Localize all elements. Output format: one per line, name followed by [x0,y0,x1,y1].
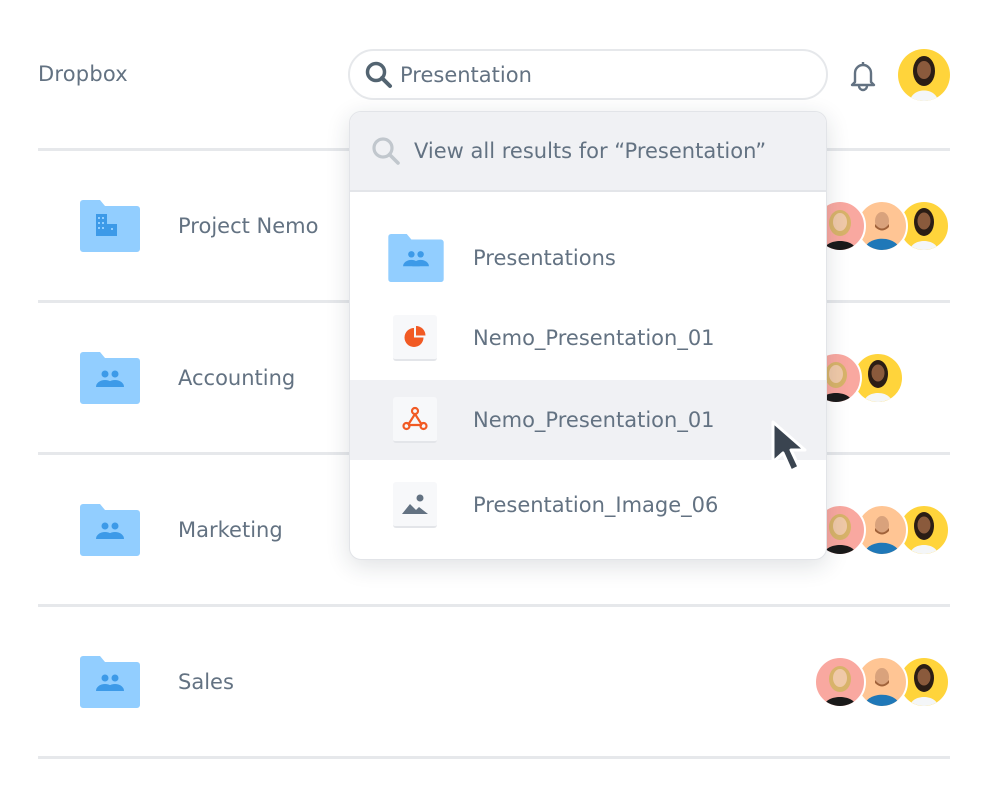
search-icon [370,135,402,167]
view-all-results[interactable]: View all results for “Presentation” [350,112,826,192]
member-avatars[interactable] [814,504,950,556]
mouse-cursor-icon [768,418,812,478]
presentation-file-icon [393,315,437,361]
bell-icon[interactable] [846,58,880,92]
search-result[interactable]: Presentations [350,218,826,298]
shared-folder-icon [80,656,140,708]
pdf-file-icon [393,397,437,443]
brand-label[interactable]: Dropbox [38,62,128,86]
member-avatars[interactable] [814,656,950,708]
search-results-dropdown: View all results for “Presentation” Pres… [349,111,827,560]
team-building-folder-icon [80,200,140,252]
member-avatars[interactable] [814,200,950,252]
result-label: Presentation_Image_06 [473,493,719,517]
search-result-hovered[interactable]: Nemo_Presentation_01 [350,380,826,460]
image-file-icon [393,482,437,528]
folder-name: Accounting [178,366,296,390]
search-bar[interactable] [348,49,828,100]
folder-row[interactable]: Sales [38,607,950,757]
member-avatars[interactable] [810,352,904,404]
result-label: Nemo_Presentation_01 [473,408,715,432]
shared-folder-icon [80,504,140,556]
folder-name: Sales [178,670,234,694]
avatar [814,656,866,708]
user-avatar[interactable] [898,49,950,101]
search-icon [364,60,394,90]
folder-name: Project Nemo [178,214,319,238]
search-input[interactable] [400,62,800,87]
search-result[interactable]: Nemo_Presentation_01 [350,298,826,378]
result-label: Nemo_Presentation_01 [473,326,715,350]
search-result[interactable]: Presentation_Image_06 [350,465,826,545]
view-all-label: View all results for “Presentation” [414,139,767,163]
shared-folder-icon [388,234,444,282]
shared-folder-icon [80,352,140,404]
folder-name: Marketing [178,518,283,542]
result-label: Presentations [473,246,616,270]
